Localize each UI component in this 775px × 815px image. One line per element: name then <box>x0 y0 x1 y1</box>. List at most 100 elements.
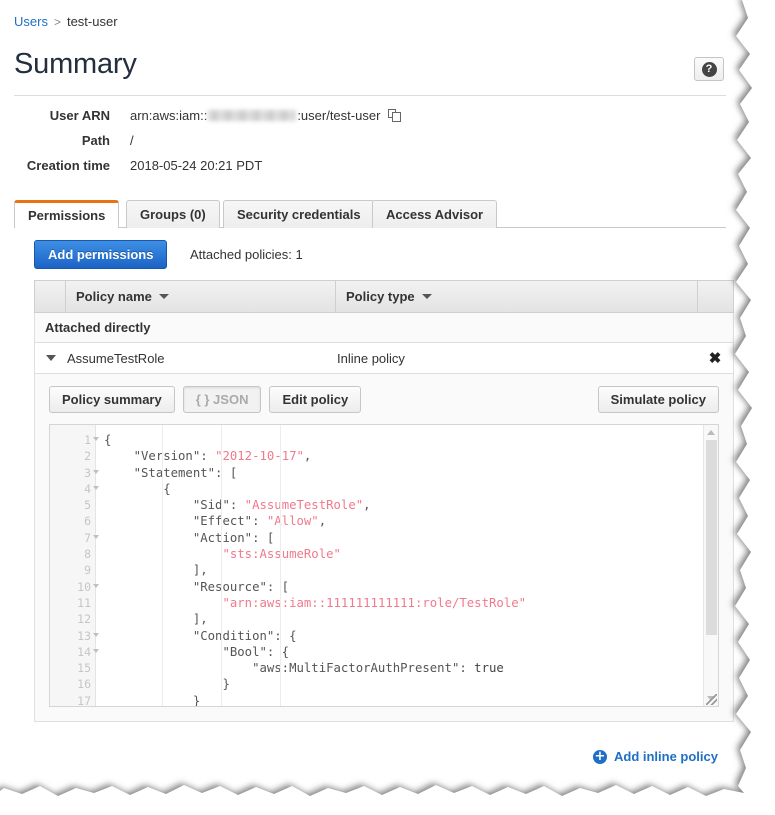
tab-permissions[interactable]: Permissions <box>14 200 119 228</box>
line-number: 6 <box>50 513 95 529</box>
code-line: "Sid": "AssumeTestRole", <box>96 497 703 513</box>
line-number: 13 <box>50 628 95 644</box>
arn-suffix: :user/test-user <box>297 108 380 123</box>
table-row[interactable]: AssumeTestRole Inline policy ✖ <box>34 343 734 374</box>
sort-caret-icon <box>422 294 432 299</box>
json-string-value: "Allow" <box>267 514 319 528</box>
json-string-value: "arn:aws:iam::111111111111:role/TestRole… <box>222 596 526 610</box>
tab-groups[interactable]: Groups (0) <box>126 200 220 228</box>
line-number: 15 <box>50 660 95 676</box>
field-value-user-arn: arn:aws:iam:::user/test-user <box>130 108 402 123</box>
header-policy-type[interactable]: Policy type <box>336 280 698 313</box>
expand-caret-icon[interactable] <box>35 355 67 361</box>
line-number: 16 <box>50 676 95 692</box>
add-inline-policy-link[interactable]: + Add inline policy <box>593 749 718 764</box>
field-user-arn: User ARN arn:aws:iam:::user/test-user <box>0 108 742 133</box>
json-boolean-value: true <box>474 661 504 675</box>
policy-summary-button[interactable]: Policy summary <box>49 386 175 413</box>
line-number: 2 <box>50 448 95 464</box>
summary-fields: User ARN arn:aws:iam:::user/test-user Pa… <box>0 108 742 183</box>
line-number: 5 <box>50 497 95 513</box>
line-number: 9 <box>50 562 95 578</box>
code-line: } <box>96 693 703 706</box>
policy-group-row: Attached directly <box>34 313 734 343</box>
field-creation-time: Creation time 2018-05-24 20:21 PDT <box>0 158 742 183</box>
policy-panel-toolbar: Policy summary { } JSON Edit policy Simu… <box>49 386 719 413</box>
json-string-value: "sts:AssumeRole" <box>222 547 340 561</box>
code-line: "Condition": { <box>96 628 703 644</box>
breadcrumb-users-link[interactable]: Users <box>14 14 48 29</box>
code-line: "Version": "2012-10-17", <box>96 448 703 464</box>
json-tab-button[interactable]: { } JSON <box>183 386 262 413</box>
line-number: 11 <box>50 595 95 611</box>
line-number: 17 <box>50 693 95 707</box>
code-line: ], <box>96 611 703 627</box>
json-string-value: "2012-10-17" <box>215 449 304 463</box>
policy-table: Policy name Policy type Attached directl… <box>34 280 734 722</box>
edit-policy-button[interactable]: Edit policy <box>269 386 361 413</box>
breadcrumb-current: test-user <box>67 14 118 29</box>
code-line: { <box>96 481 703 497</box>
tab-security-credentials[interactable]: Security credentials <box>223 200 375 228</box>
copy-icon[interactable] <box>388 109 402 123</box>
line-number: 12 <box>50 611 95 627</box>
json-editor[interactable]: 1234567891011121314151617 { "Version": "… <box>49 424 719 707</box>
close-icon[interactable]: ✖ <box>697 349 733 367</box>
attached-policies-count: Attached policies: 1 <box>190 247 303 262</box>
policy-detail-panel: Policy summary { } JSON Edit policy Simu… <box>34 374 734 722</box>
editor-vertical-scrollbar[interactable] <box>703 425 718 706</box>
help-button[interactable]: ? <box>694 57 724 81</box>
title-divider <box>14 95 726 96</box>
page-title: Summary <box>14 48 137 81</box>
line-number: 1 <box>50 432 95 448</box>
code-line: "Statement": [ <box>96 465 703 481</box>
header-policy-name-label: Policy name <box>76 289 152 304</box>
code-line: "sts:AssumeRole" <box>96 546 703 562</box>
line-number: 7 <box>50 530 95 546</box>
code-line: "Bool": { <box>96 644 703 660</box>
code-line: { <box>96 432 703 448</box>
line-number: 4 <box>50 481 95 497</box>
arn-prefix: arn:aws:iam:: <box>130 108 207 123</box>
policy-name-cell: AssumeTestRole <box>67 351 337 366</box>
field-label-user-arn: User ARN <box>0 108 110 123</box>
code-line: "arn:aws:iam::111111111111:role/TestRole… <box>96 595 703 611</box>
field-path: Path / <box>0 133 742 158</box>
add-permissions-button[interactable]: Add permissions <box>34 240 167 269</box>
header-actions-column <box>698 280 734 313</box>
policy-type-cell: Inline policy <box>337 351 697 366</box>
code-line: "aws:MultiFactorAuthPresent": true <box>96 660 703 676</box>
editor-code-area[interactable]: { "Version": "2012-10-17", "Statement": … <box>96 425 703 706</box>
header-policy-type-label: Policy type <box>346 289 415 304</box>
header-policy-name[interactable]: Policy name <box>66 280 336 313</box>
tab-access-advisor[interactable]: Access Advisor <box>372 200 497 228</box>
editor-resize-grip[interactable] <box>706 694 717 705</box>
scroll-up-arrow-icon[interactable] <box>707 430 715 435</box>
redacted-account-id <box>208 110 296 121</box>
editor-gutter: 1234567891011121314151617 <box>50 425 96 706</box>
line-number: 8 <box>50 546 95 562</box>
line-number: 14 <box>50 644 95 660</box>
json-string-value: "AssumeTestRole" <box>245 498 363 512</box>
field-label-path: Path <box>0 133 110 148</box>
code-line: "Action": [ <box>96 530 703 546</box>
line-number: 3 <box>50 465 95 481</box>
code-line: } <box>96 676 703 692</box>
field-value-creation-time: 2018-05-24 20:21 PDT <box>130 158 262 173</box>
console-content: Users>test-user Summary ? User ARN arn:a… <box>0 0 742 790</box>
line-number: 10 <box>50 579 95 595</box>
screenshot-page: Users>test-user Summary ? User ARN arn:a… <box>0 0 775 815</box>
code-line: ], <box>96 562 703 578</box>
question-mark-icon: ? <box>702 62 717 77</box>
sort-caret-icon <box>159 294 169 299</box>
field-label-creation-time: Creation time <box>0 158 110 173</box>
plus-circle-icon: + <box>593 750 607 764</box>
code-line: "Effect": "Allow", <box>96 513 703 529</box>
field-value-path: / <box>130 133 134 148</box>
breadcrumb: Users>test-user <box>14 14 118 29</box>
code-line: "Resource": [ <box>96 579 703 595</box>
policy-table-header: Policy name Policy type <box>34 280 734 313</box>
header-select-column <box>34 280 66 313</box>
simulate-policy-button[interactable]: Simulate policy <box>598 386 719 413</box>
scrollbar-thumb[interactable] <box>706 440 717 635</box>
